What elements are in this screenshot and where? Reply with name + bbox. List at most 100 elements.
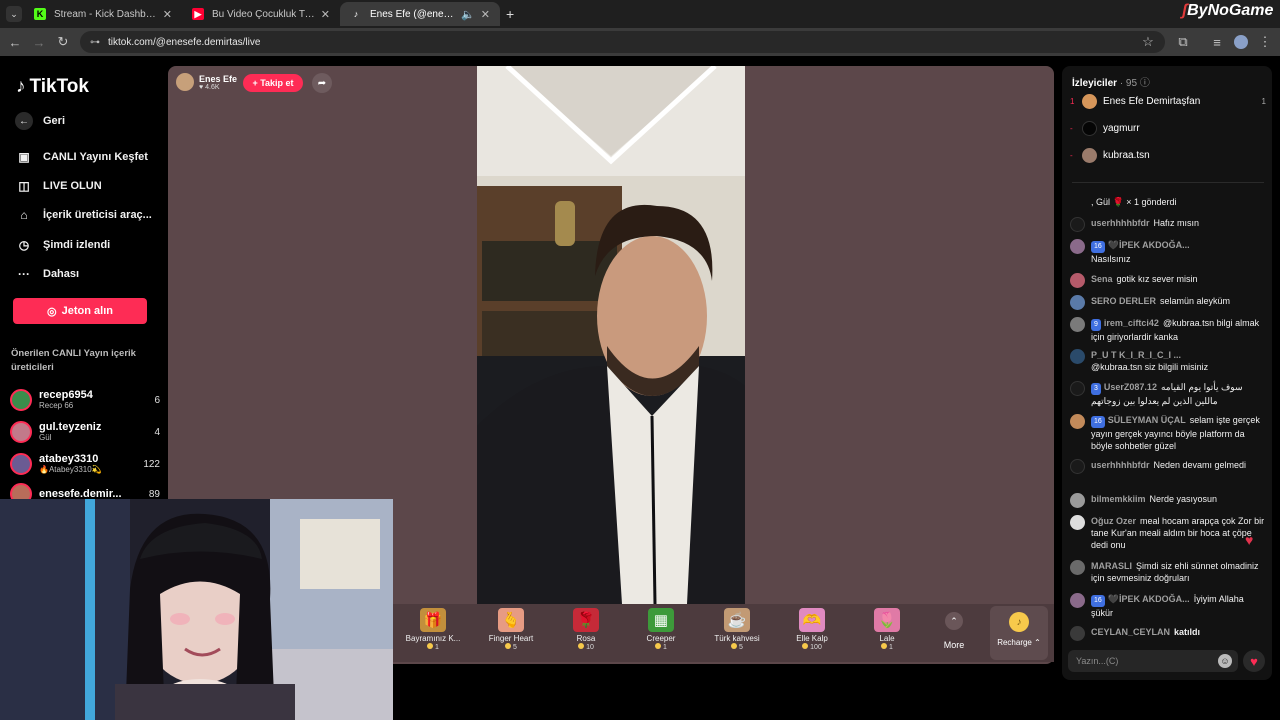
gift-name: Finger Heart (488, 634, 534, 643)
gift-item[interactable]: 🌹 Rosa 10 (551, 608, 621, 651)
chat-input[interactable]: Yazın...(C) ☺ (1068, 650, 1238, 672)
avatar (1070, 239, 1085, 254)
sidebar-item-history[interactable]: ◷ Şimdi izlendi (15, 236, 110, 254)
message-text: Nasılsınız (1091, 254, 1131, 264)
message-user[interactable]: bilmemkkiim (1091, 494, 1146, 504)
tiktok-logo[interactable]: ♪ TikTok (16, 76, 89, 98)
message-user[interactable]: CEYLAN_CEYLAN (1091, 627, 1170, 637)
gift-item[interactable]: 🌷 Lale 1 (852, 608, 922, 651)
message-user[interactable]: MARASLI (1091, 561, 1132, 571)
message-user[interactable]: irem_ciftci42 (1104, 318, 1159, 328)
sidebar-item-label: LIVE OLUN (43, 180, 102, 192)
creator-name: atabey3310 (39, 453, 99, 465)
bynogame-logo: ʃByNoGame (1182, 2, 1273, 20)
sidebar-item-explore-live[interactable]: ▣ CANLI Yayını Keşfet (15, 148, 148, 166)
gift-name: Bayramınız K... (405, 634, 461, 643)
share-icon[interactable]: ➦ (312, 73, 332, 93)
bookmark-star-icon[interactable]: ☆ (1139, 33, 1157, 51)
get-coins-button[interactable]: ◎ Jeton alın (13, 298, 147, 324)
gift-item[interactable]: 🫶 Elle Kalp 100 (777, 608, 847, 651)
avatar (1070, 349, 1085, 364)
send-heart-button[interactable]: ♥ (1243, 650, 1265, 672)
sidebar-item-more[interactable]: ··· Dahası (15, 265, 79, 283)
message-user[interactable]: userhhhhbfdr (1091, 460, 1150, 470)
coin-icon (881, 643, 888, 649)
tiktok-note-icon: ♪ (16, 76, 26, 97)
avatar (1082, 148, 1097, 163)
message-text: Nerde yasıyosun (1149, 494, 1218, 504)
gift-item[interactable]: 🎁 Bayramınız K... 1 (398, 608, 468, 651)
top-viewer-row[interactable]: 1 Enes Efe Demirtaşfan 1 (1070, 94, 1266, 109)
extensions-icon[interactable]: ⧉ (1174, 33, 1192, 51)
tab-youtube[interactable]: ▶ Bu Video Çocukluk Travmamdı ✕ (182, 2, 340, 26)
avatar (1070, 414, 1085, 429)
recharge-button[interactable]: ♪ Recharge ⌃ (990, 606, 1048, 660)
divider (1072, 182, 1264, 183)
gift-item[interactable]: 🫰 Finger Heart 5 (476, 608, 546, 651)
viewer-count: 4 (154, 426, 160, 438)
creator-item[interactable]: recep6954 Recep 66 6 (10, 386, 160, 414)
reload-icon[interactable]: ↻ (54, 33, 72, 51)
message-text: Neden devamı gelmedi (1153, 460, 1247, 470)
creator-subtitle: Gül (39, 433, 52, 442)
profile-avatar[interactable] (1232, 33, 1250, 51)
host-name: Enes Efe (199, 73, 238, 84)
webcam-scene (0, 499, 393, 720)
message-user[interactable]: SERO DERLER (1091, 296, 1156, 306)
chat-message: , Gül 🌹 × 1 gönderdi (1070, 196, 1266, 208)
close-icon[interactable]: ✕ (163, 8, 172, 21)
emoji-icon[interactable]: ☺ (1218, 654, 1232, 668)
chat-message: bilmemkkiim Nerde yasıyosun (1070, 493, 1266, 508)
creator-item[interactable]: gul.teyzeniz Gül 4 (10, 418, 160, 446)
chat-message: CEYLAN_CEYLAN katıldı (1070, 626, 1266, 641)
rose-icon: 🌹 (573, 608, 599, 632)
message-user[interactable]: 🖤İPEK AKDOĞA... (1108, 594, 1190, 604)
menu-kebab-icon[interactable]: ⋮ (1256, 33, 1274, 51)
gift-item[interactable]: ☕ Türk kahvesi 5 (702, 608, 772, 651)
message-user[interactable]: 🖤İPEK AKDOĞA... (1108, 240, 1190, 250)
tab-search-button[interactable]: ⌄ (6, 6, 22, 22)
back-button[interactable]: ← Geri (15, 112, 65, 130)
coin-icon (427, 643, 434, 649)
host-info[interactable]: Enes Efe ♥ 4.6K (176, 73, 237, 91)
new-tab-button[interactable]: + (506, 6, 514, 22)
site-info-icon[interactable]: ⊶ (90, 37, 100, 48)
media-controls-icon[interactable]: ≡ (1208, 33, 1226, 51)
top-viewer-row[interactable]: - kubraa.tsn (1070, 148, 1266, 163)
message-user[interactable]: SÜLEYMAN ÜÇAL (1108, 415, 1186, 425)
sidebar-item-label: Şimdi izlendi (43, 239, 111, 251)
back-arrow-icon[interactable]: ← (6, 33, 24, 51)
coin-icon (802, 643, 809, 649)
message-text: selamün aleyküm (1160, 296, 1231, 306)
address-bar[interactable]: ⊶ tiktok.com/@enesefe.demirtas/live (80, 31, 1165, 53)
more-gifts-button[interactable]: ⌃ More (932, 612, 976, 650)
viewer-rank: 1 (1070, 97, 1075, 106)
tiktok-icon: ♪ (353, 9, 359, 19)
close-icon[interactable]: ✕ (321, 8, 330, 21)
sidebar-item-creator-tools[interactable]: ⌂ İçerik üreticisi araç... (15, 206, 151, 224)
speaker-icon[interactable]: 🔈 (461, 8, 475, 21)
avatar (10, 453, 32, 475)
message-user[interactable]: userhhhhbfdr (1091, 218, 1150, 228)
chat-message: 9 irem_ciftci42 @kubraa.tsn bilgi almak iç… (1070, 317, 1266, 343)
heart-reaction-icon: ♥ (1245, 532, 1254, 548)
chat-message: MARASLI Şimdi siz ehli sünnet olmadiniz i… (1070, 560, 1266, 584)
tab-kick-dashboard[interactable]: K Stream - Kick Dashboard ✕ (24, 2, 182, 26)
gift-name: Lale (879, 634, 895, 643)
message-user[interactable]: Sena (1091, 274, 1113, 284)
help-icon[interactable]: ⓘ (1140, 78, 1150, 89)
forward-arrow-icon[interactable]: → (30, 33, 48, 51)
creator-item[interactable]: atabey3310 🔥Atabey3310💫 122 (10, 450, 160, 478)
message-user[interactable]: P_U T K_I_R_I_C_I ... (1091, 350, 1181, 360)
close-icon[interactable]: ✕ (481, 8, 490, 21)
message-user[interactable]: UserZ087.12 (1104, 382, 1157, 392)
message-user[interactable]: Oğuz Ozer (1091, 516, 1136, 526)
sidebar-item-go-live[interactable]: ◫ LIVE OLUN (15, 177, 102, 195)
gift-item[interactable]: ▦ Creeper 1 (626, 608, 696, 651)
recharge-label: Recharge (997, 638, 1032, 647)
top-viewer-row[interactable]: - yagmurr (1070, 121, 1266, 136)
gift-name: Elle Kalp (796, 634, 828, 643)
tab-tiktok-live[interactable]: ♪ Enes Efe (@enesefe.demirtas 🔈 ✕ (340, 2, 500, 26)
kick-icon: K (34, 8, 46, 20)
follow-button[interactable]: + Takip et (243, 74, 303, 92)
